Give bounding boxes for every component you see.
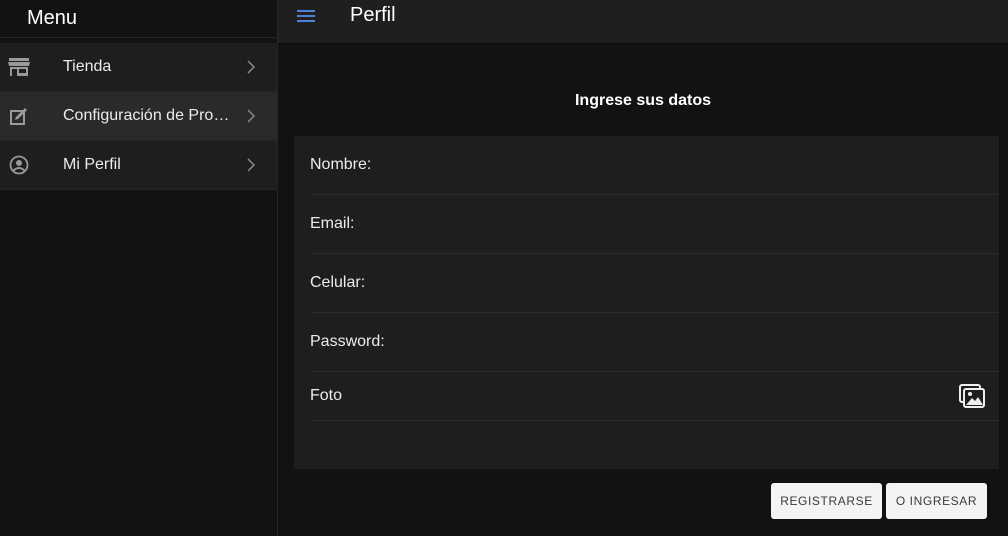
password-label: Password: xyxy=(310,333,385,350)
celular-label: Celular: xyxy=(310,274,366,291)
sidebar-item-mi-perfil[interactable]: Mi Perfil xyxy=(0,141,277,190)
store-icon xyxy=(8,56,30,78)
sidebar-item-label: Mi Perfil xyxy=(63,156,121,173)
images-icon[interactable] xyxy=(959,384,985,408)
nombre-label: Nombre: xyxy=(310,156,372,173)
top-toolbar: Perfil xyxy=(278,0,1008,44)
sidebar-item-tienda[interactable]: Tienda xyxy=(0,43,277,92)
celular-field[interactable]: Celular: xyxy=(310,254,999,313)
profile-form: Nombre: Email: Celular: Password: Foto xyxy=(294,136,999,469)
password-input[interactable] xyxy=(390,326,999,358)
user-circle-icon xyxy=(8,154,30,176)
chevron-right-icon xyxy=(245,60,257,74)
nombre-field[interactable]: Nombre: xyxy=(310,136,999,195)
form-title: Ingrese sus datos xyxy=(574,92,712,109)
email-field[interactable]: Email: xyxy=(310,195,999,254)
chevron-right-icon xyxy=(245,109,257,123)
foto-field: Foto xyxy=(310,372,999,421)
sidebar-menu: Tienda Configuración de Productos xyxy=(0,43,277,190)
sidebar: Menu Tienda Configuración de Produ Mi Pe… xyxy=(0,0,278,536)
hamburger-icon[interactable] xyxy=(297,8,317,22)
main-content: Ingrese sus datos Nombre: Email: Celular… xyxy=(278,44,1008,536)
register-button[interactable]: REGISTRARSE xyxy=(771,483,882,519)
sidebar-item-label: Tienda xyxy=(63,58,112,75)
email-input[interactable] xyxy=(360,208,999,240)
sidebar-item-configuracion-productos[interactable]: Configuración de Productos xyxy=(0,92,277,141)
sidebar-title: Menu xyxy=(0,0,277,38)
email-label: Email: xyxy=(310,215,355,232)
nombre-input[interactable] xyxy=(377,149,999,181)
edit-icon xyxy=(8,105,30,127)
celular-input[interactable] xyxy=(371,267,999,299)
login-button[interactable]: O INGRESAR xyxy=(886,483,987,519)
sidebar-item-label: Configuración de Productos xyxy=(63,107,232,124)
page-title: Perfil xyxy=(350,4,396,26)
password-field[interactable]: Password: xyxy=(310,313,999,372)
chevron-right-icon xyxy=(245,158,257,172)
foto-label: Foto xyxy=(310,387,343,404)
